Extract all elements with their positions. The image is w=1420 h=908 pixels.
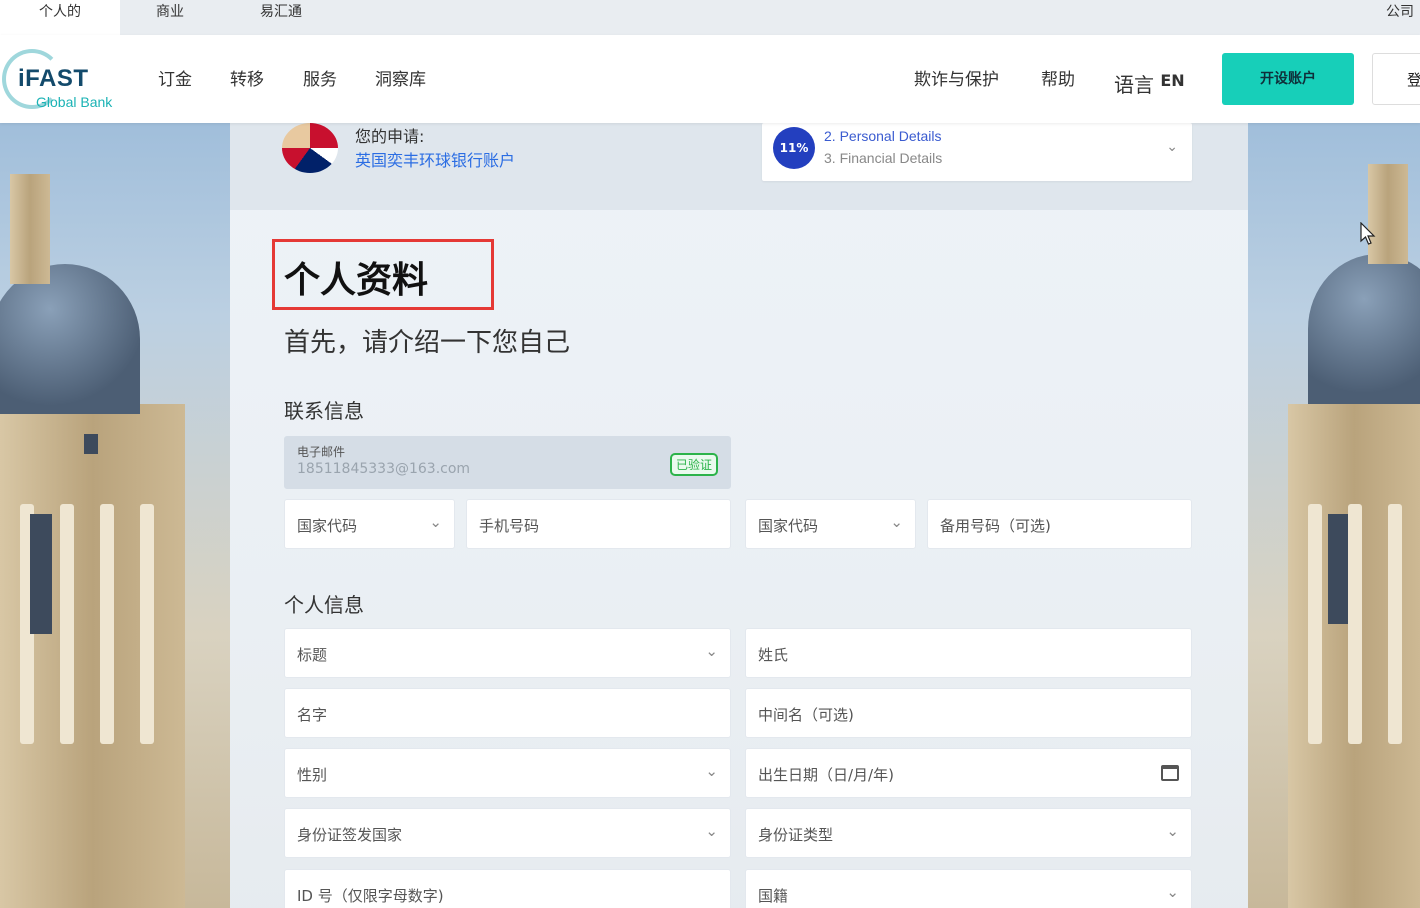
right-tower-image <box>1248 124 1420 908</box>
open-account-button[interactable]: 开设账户 <box>1222 53 1354 105</box>
nav-transfer[interactable]: 转移 <box>230 65 264 90</box>
verified-badge: 已验证 <box>669 453 718 476</box>
first-name-input[interactable]: 名字 <box>284 688 731 738</box>
nationality-select[interactable]: 国籍 ⌄ <box>745 869 1192 908</box>
application-value[interactable]: 英国奕丰环球银行账户 <box>355 147 515 171</box>
tab-company[interactable]: 公司 <box>1386 0 1414 24</box>
country-code-select[interactable]: 国家代码 ⌄ <box>284 499 455 549</box>
tab-ehuitong[interactable]: 易汇通 <box>246 0 316 35</box>
nav-services[interactable]: 服务 <box>303 65 337 90</box>
nav-fraud-protection[interactable]: 欺诈与保护 <box>914 65 999 90</box>
mouse-cursor-icon <box>1360 222 1376 245</box>
language-code: EN <box>1160 71 1185 90</box>
application-label: 您的申请: <box>355 127 425 146</box>
alt-phone-input[interactable]: 备用号码（可选) <box>927 499 1192 549</box>
nav-insights[interactable]: 洞察库 <box>375 65 426 90</box>
login-button[interactable]: 登 <box>1372 53 1420 105</box>
current-step: 2. Personal Details <box>824 128 942 144</box>
email-value: 18511845333@163.com <box>297 461 471 477</box>
page-title: 个人资料 <box>284 260 429 301</box>
tab-personal[interactable]: 个人的 <box>0 0 120 35</box>
language-selector[interactable]: 语言 EN <box>1114 69 1185 98</box>
contact-heading: 联系信息 <box>284 399 364 423</box>
chevron-down-icon: ⌄ <box>1166 883 1179 901</box>
tab-business[interactable]: 商业 <box>140 0 200 35</box>
left-tower-image <box>0 124 230 908</box>
page-subtitle: 首先，请介绍一下您自己 <box>284 328 571 358</box>
progress-badge: 11% <box>773 127 815 169</box>
dob-input[interactable]: 出生日期（日/月/年) <box>745 748 1192 798</box>
id-country-select[interactable]: 身份证签发国家 ⌄ <box>284 808 731 858</box>
chevron-down-icon: ⌄ <box>429 513 442 531</box>
mobile-input[interactable]: 手机号码 <box>466 499 731 549</box>
email-field: 电子邮件 18511845333@163.com 已验证 <box>284 436 731 489</box>
id-type-select[interactable]: 身份证类型 ⌄ <box>745 808 1192 858</box>
chevron-down-icon: ⌄ <box>705 762 718 780</box>
chevron-down-icon: ⌄ <box>705 822 718 840</box>
gender-select[interactable]: 性别 ⌄ <box>284 748 731 798</box>
chevron-down-icon: ⌄ <box>705 642 718 660</box>
main-header: iFAST Global Bank 订金 转移 服务 洞察库 欺诈与保护 帮助 … <box>0 35 1420 123</box>
application-panel: 您的申请: 英国奕丰环球银行账户 11% 2. Personal Details… <box>230 123 1248 908</box>
chevron-down-icon: ⌄ <box>890 513 903 531</box>
middle-name-input[interactable]: 中间名（可选) <box>745 688 1192 738</box>
segment-tab-bar: 个人的 商业 易汇通 公司 <box>0 0 1420 35</box>
title-select[interactable]: 标题 ⌄ <box>284 628 731 678</box>
language-label: 语言 <box>1114 73 1154 97</box>
ifast-logo[interactable]: iFAST Global Bank <box>2 47 132 113</box>
progress-dropdown[interactable]: 11% 2. Personal Details 3. Financial Det… <box>762 123 1192 181</box>
chevron-down-icon: ⌄ <box>1166 139 1178 155</box>
application-strip: 您的申请: 英国奕丰环球银行账户 11% 2. Personal Details… <box>230 123 1248 210</box>
id-number-input[interactable]: ID 号（仅限字母数字) <box>284 869 731 908</box>
chevron-down-icon: ⌄ <box>1166 822 1179 840</box>
nav-help[interactable]: 帮助 <box>1041 65 1075 90</box>
personal-heading: 个人信息 <box>284 593 364 617</box>
uk-flag-icon <box>282 123 338 173</box>
surname-input[interactable]: 姓氏 <box>745 628 1192 678</box>
calendar-icon[interactable] <box>1161 765 1179 781</box>
next-step: 3. Financial Details <box>824 150 943 166</box>
nav-deposit[interactable]: 订金 <box>158 65 192 90</box>
country-code-select-2[interactable]: 国家代码 ⌄ <box>745 499 916 549</box>
